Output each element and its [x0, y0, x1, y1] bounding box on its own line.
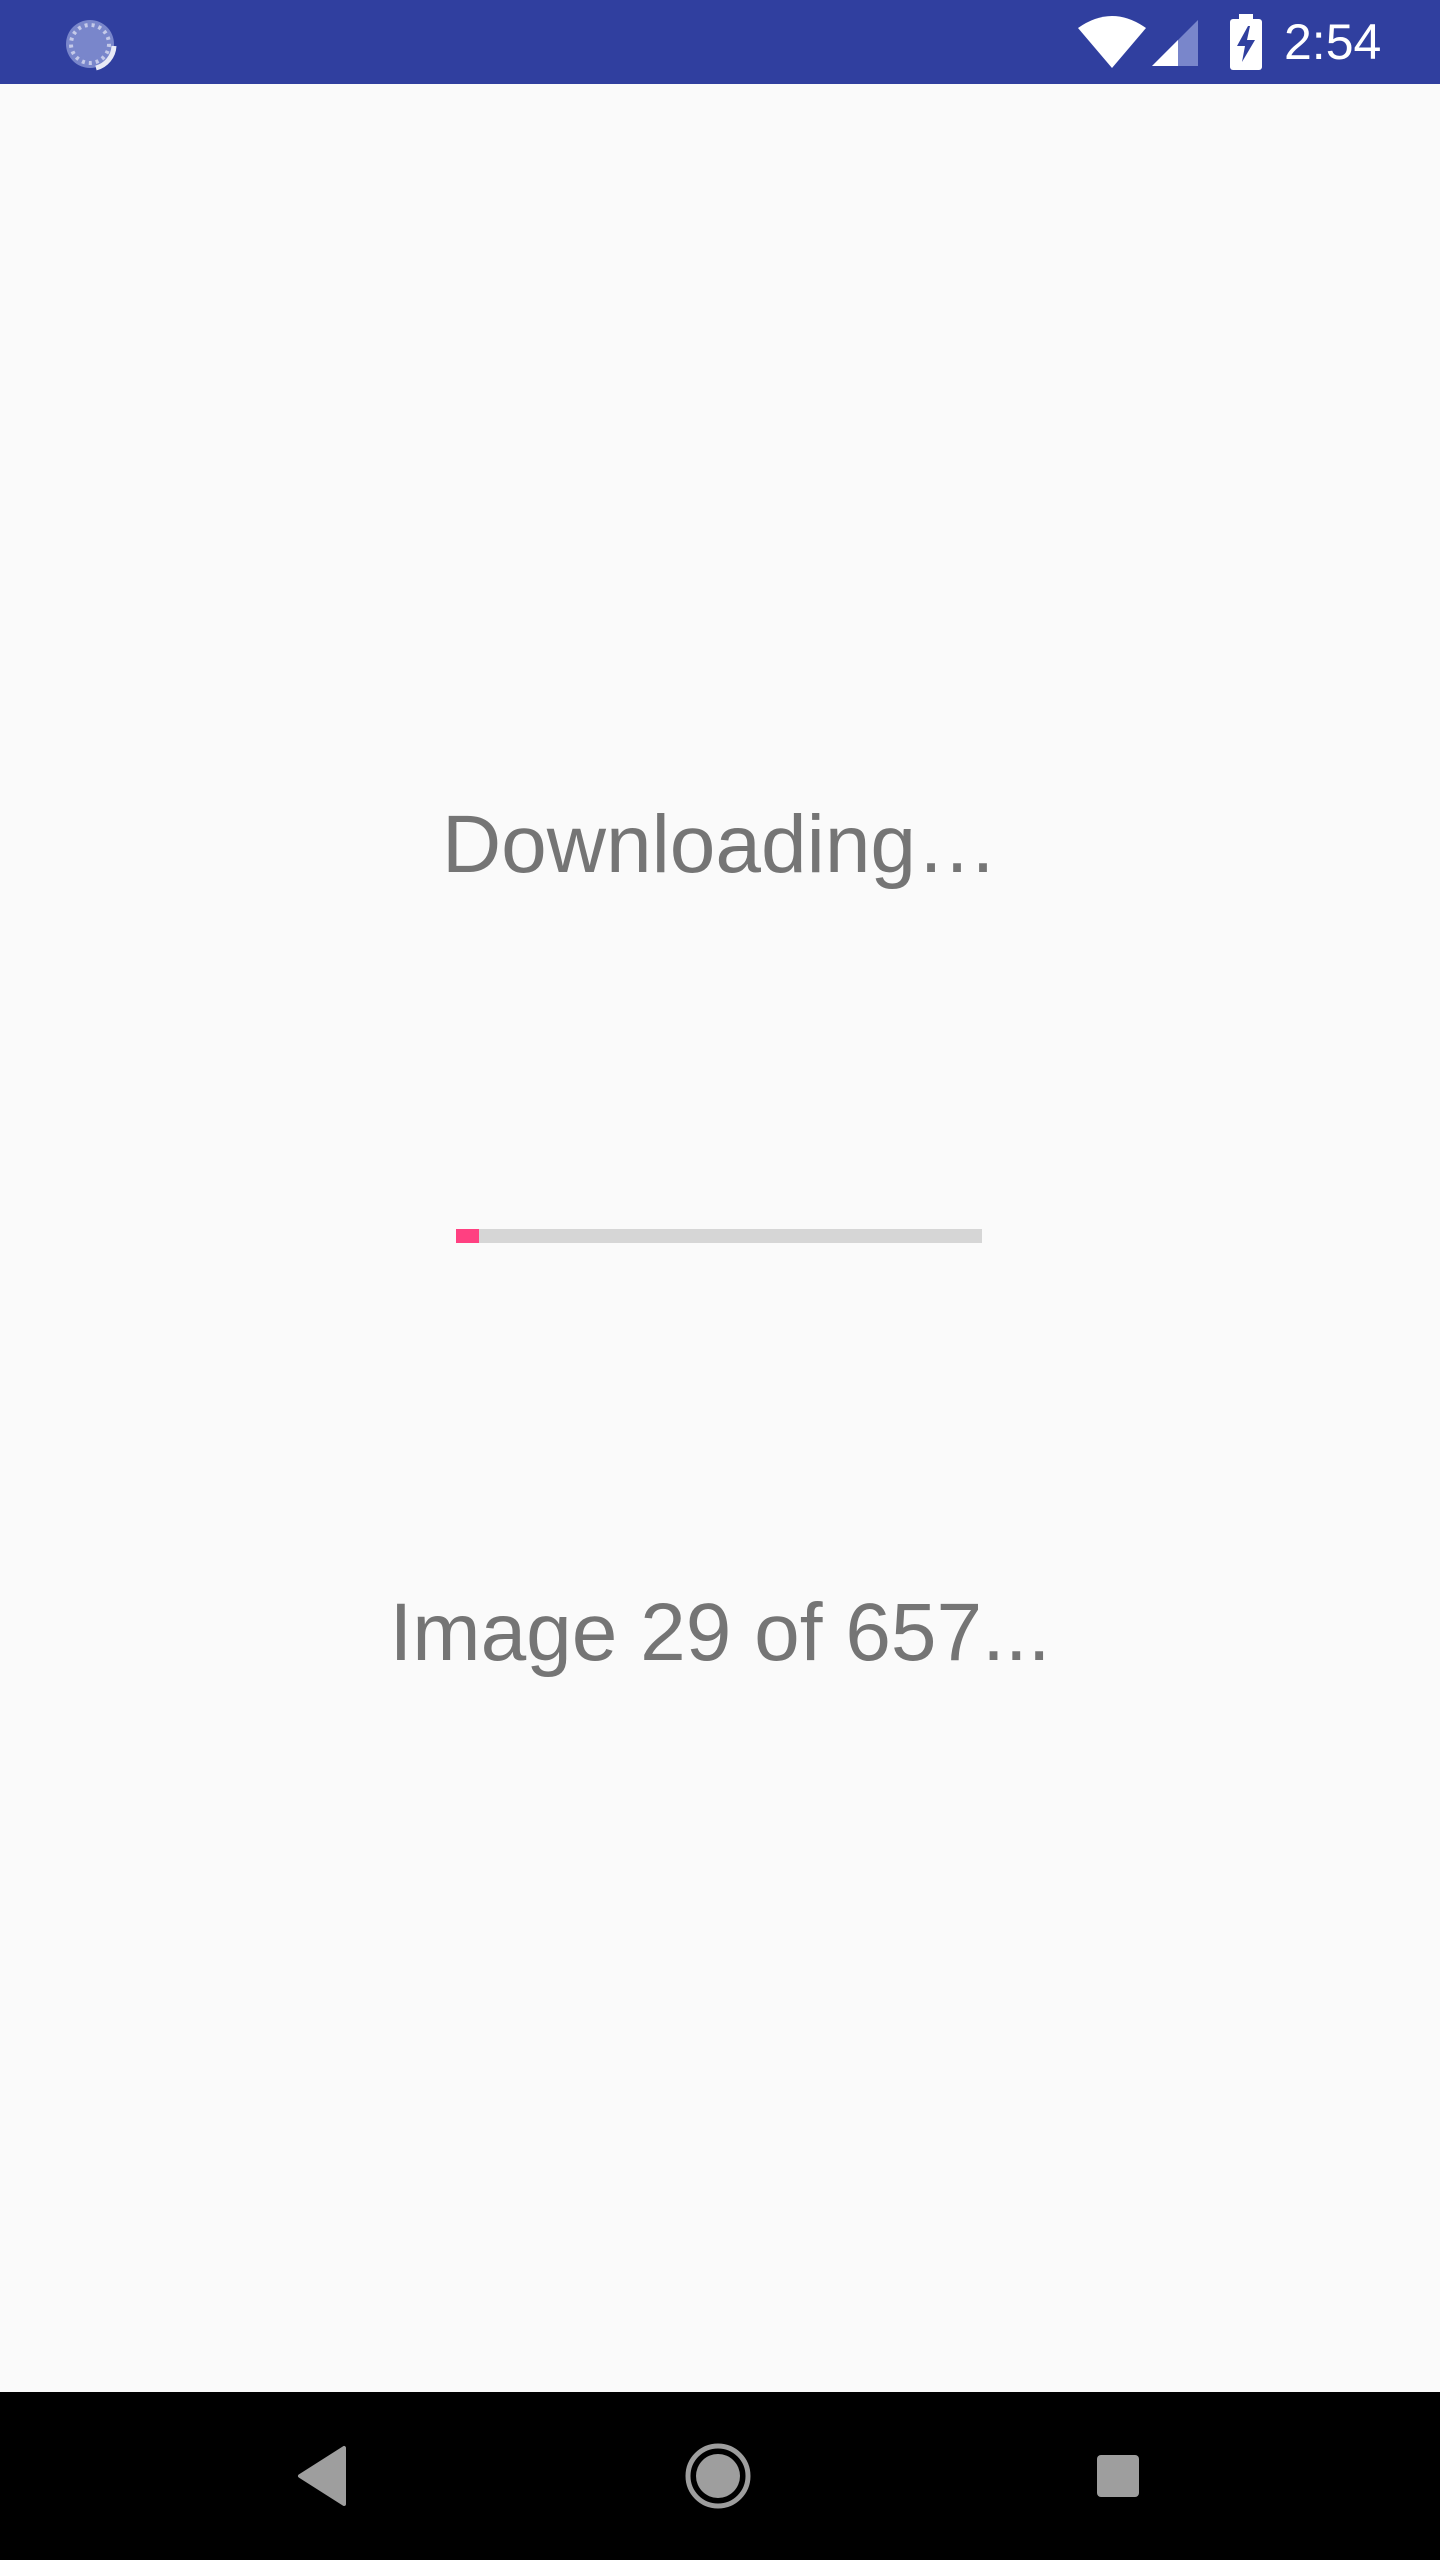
back-icon[interactable] [294, 2444, 348, 2508]
navigation-bar [0, 2392, 1440, 2560]
download-progress-bar [456, 1229, 982, 1243]
status-clock: 2:54 [1284, 14, 1382, 70]
download-progress-fill [456, 1229, 480, 1243]
app-screen: 2:54 Downloading… Image 29 of 657... [0, 0, 1440, 2560]
home-icon[interactable] [684, 2442, 752, 2510]
status-bar: 2:54 [0, 0, 1440, 84]
image-count-status: Image 29 of 657... [389, 1587, 1051, 1678]
cellular-signal-icon [1152, 20, 1198, 66]
battery-charging-icon [1230, 14, 1262, 70]
downloading-title: Downloading… [441, 799, 999, 890]
recents-icon[interactable] [1096, 2454, 1140, 2498]
sync-icon [66, 20, 117, 71]
wifi-icon [1078, 16, 1146, 68]
